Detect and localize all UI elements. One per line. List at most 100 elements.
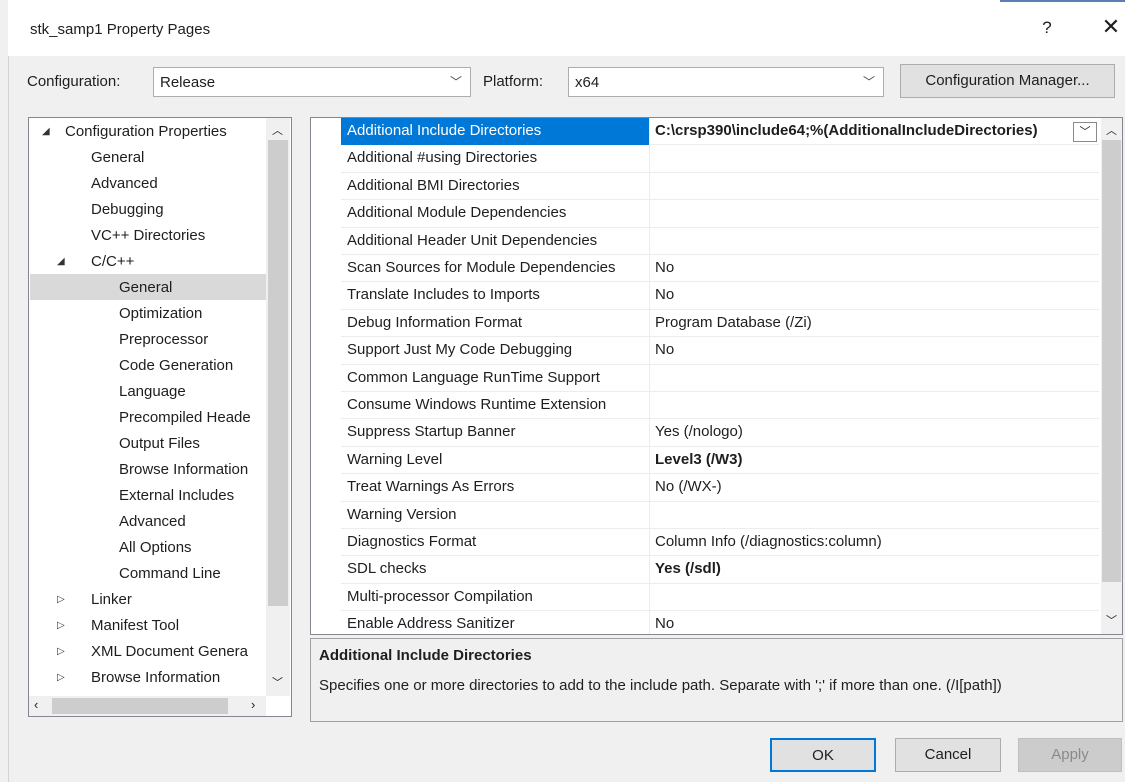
window-title: stk_samp1 Property Pages <box>30 21 211 38</box>
grid-scroll-thumb[interactable] <box>1102 140 1121 582</box>
tree-item-label: Manifest Tool <box>91 617 180 634</box>
property-row[interactable]: SDL checks Yes (/sdl) <box>341 556 1099 584</box>
property-row[interactable]: Multi-processor Compilation <box>341 584 1099 612</box>
tree-item-label: Precompiled Heade <box>119 409 251 426</box>
grid-column-divider[interactable] <box>649 118 650 634</box>
expanded-triangle-icon[interactable]: ◢ <box>42 119 50 145</box>
tree-item[interactable]: Browse Information <box>29 457 266 483</box>
tree-item[interactable]: Output Files <box>29 431 266 457</box>
tree-item[interactable]: All Options <box>29 535 266 561</box>
close-button[interactable]: ✕ <box>1096 12 1125 42</box>
tree-item[interactable]: ▷ Linker <box>29 587 266 613</box>
property-name: Diagnostics Format <box>347 533 477 550</box>
property-value: Yes (/nologo) <box>655 423 743 441</box>
tree-item[interactable]: General <box>29 275 266 301</box>
description-title: Additional Include Directories <box>319 647 532 664</box>
configuration-value: Release <box>160 74 216 91</box>
collapsed-triangle-icon[interactable]: ▷ <box>57 665 65 691</box>
configuration-dropdown[interactable]: Release ﹀ <box>153 67 471 97</box>
tree-item[interactable]: ▷ XML Document Genera <box>29 639 266 665</box>
value-dropdown-button[interactable]: ﹀ <box>1073 122 1097 142</box>
configuration-manager-button[interactable]: Configuration Manager... <box>900 64 1115 98</box>
property-row[interactable]: Additional Include Directories C:\crsp390… <box>341 118 1099 146</box>
property-row[interactable]: Scan Sources for Module Dependencies No <box>341 255 1099 283</box>
expanded-triangle-icon[interactable]: ◢ <box>57 249 65 275</box>
property-name: Scan Sources for Module Dependencies <box>347 259 616 276</box>
property-row[interactable]: Suppress Startup Banner Yes (/nologo) <box>341 419 1099 447</box>
tree-item[interactable]: Command Line <box>29 561 266 587</box>
property-row[interactable]: Consume Windows Runtime Extension <box>341 392 1099 420</box>
collapsed-triangle-icon[interactable]: ▷ <box>57 639 65 665</box>
property-row[interactable]: Additional Header Unit Dependencies <box>341 228 1099 255</box>
scroll-up-icon[interactable]: ︿ <box>272 122 283 138</box>
tree-item-label: Configuration Properties <box>65 123 227 140</box>
tree-item-label: Advanced <box>119 513 186 530</box>
scroll-down-icon[interactable]: ﹀ <box>1106 612 1117 628</box>
property-row[interactable]: Additional BMI Directories <box>341 173 1099 201</box>
scroll-right-icon[interactable]: › <box>251 697 255 712</box>
property-row[interactable]: Warning Version <box>341 502 1099 529</box>
property-name: Additional Include Directories <box>347 122 542 139</box>
grid-gutter <box>311 118 341 634</box>
property-name: Debug Information Format <box>347 313 523 331</box>
tree-horizontal-thumb[interactable] <box>52 698 228 714</box>
settings-tree: ◢ Configuration Properties General Advanced… <box>28 117 292 717</box>
window-accent-line <box>1000 0 1125 2</box>
tree-item[interactable]: ▷ Manifest Tool <box>29 613 266 639</box>
tree-scroll-thumb[interactable] <box>268 140 288 606</box>
ok-button[interactable]: OK <box>770 738 876 772</box>
property-name: Suppress Startup Banner <box>347 423 516 441</box>
tree-item[interactable]: Language <box>29 379 266 405</box>
tree-item[interactable]: Precompiled Heade <box>29 405 266 431</box>
property-name: Additional Header Unit Dependencies <box>347 231 598 249</box>
tree-item-label: XML Document Genera <box>91 643 249 660</box>
property-row[interactable]: Additional #using Directories <box>341 145 1099 173</box>
collapsed-triangle-icon[interactable]: ▷ <box>57 613 65 639</box>
property-value: No <box>655 615 675 633</box>
scroll-up-icon[interactable]: ︿ <box>1106 122 1117 138</box>
property-name: Consume Windows Runtime Extension <box>347 396 607 413</box>
property-row[interactable]: Diagnostics Format Column Info (/diagnost… <box>341 529 1099 557</box>
tree-item[interactable]: Code Generation <box>29 353 266 379</box>
property-row[interactable]: Enable Address Sanitizer No <box>341 611 1099 639</box>
tree-item[interactable]: VC++ Directories <box>29 223 266 249</box>
help-button[interactable]: ? <box>1036 14 1058 42</box>
property-row[interactable]: Common Language RunTime Support <box>341 365 1099 392</box>
property-row[interactable]: Support Just My Code Debugging No <box>341 337 1099 365</box>
description-panel: Additional Include Directories Specifies… <box>310 638 1123 722</box>
tree-item[interactable]: Preprocessor <box>29 327 266 353</box>
collapsed-triangle-icon[interactable]: ▷ <box>57 587 65 613</box>
property-value[interactable]: C:\crsp390\include64;%(AdditionalInclude… <box>655 122 1071 139</box>
tree-item-label: Command Line <box>119 565 221 582</box>
platform-dropdown[interactable]: x64 ﹀ <box>568 67 884 97</box>
cancel-button[interactable]: Cancel <box>895 738 1001 772</box>
property-row[interactable]: Warning Level Level3 (/W3) <box>341 447 1099 475</box>
property-row[interactable]: Translate Includes to Imports No <box>341 282 1099 310</box>
tree-item[interactable]: General <box>29 145 266 171</box>
description-text: Specifies one or more directories to add… <box>319 677 1002 694</box>
property-name: Multi-processor Compilation <box>347 587 533 605</box>
tree-item-label: C/C++ <box>91 253 135 270</box>
tree-item-label: Code Generation <box>119 357 234 374</box>
scroll-down-icon[interactable]: ﹀ <box>272 674 283 690</box>
property-value: No <box>655 341 675 359</box>
tree-item-label: Browse Information <box>119 461 249 478</box>
tree-item-label: VC++ Directories <box>91 227 206 244</box>
property-name: SDL checks <box>347 560 427 578</box>
tree-item[interactable]: External Includes <box>29 483 266 509</box>
apply-button[interactable]: Apply <box>1018 738 1122 772</box>
property-row[interactable]: Treat Warnings As Errors No (/WX-) <box>341 474 1099 502</box>
tree-item-label: Language <box>119 383 186 400</box>
property-name: Warning Level <box>347 450 443 468</box>
tree-item[interactable]: ◢ C/C++ <box>29 249 266 275</box>
scroll-left-icon[interactable]: ‹ <box>34 697 38 712</box>
tree-item[interactable]: Advanced <box>29 171 266 197</box>
tree-item[interactable]: Debugging <box>29 197 266 223</box>
property-row[interactable]: Additional Module Dependencies <box>341 200 1099 228</box>
tree-item[interactable]: ▷ Browse Information <box>29 665 266 691</box>
property-value: Level3 (/W3) <box>655 450 743 468</box>
tree-item[interactable]: ◢ Configuration Properties <box>29 119 266 145</box>
tree-item[interactable]: Advanced <box>29 509 266 535</box>
tree-item[interactable]: Optimization <box>29 301 266 327</box>
property-row[interactable]: Debug Information Format Program Database… <box>341 310 1099 338</box>
